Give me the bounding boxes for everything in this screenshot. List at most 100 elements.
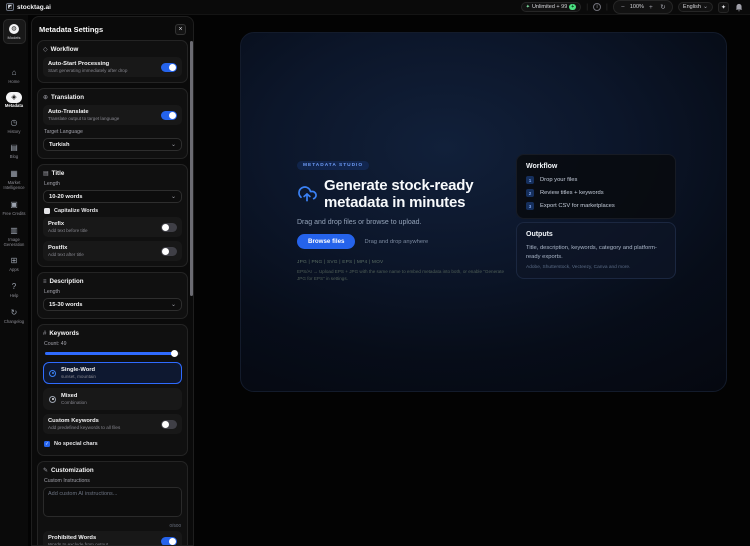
history-icon: ◷ [10,117,18,127]
sidebar-item-home[interactable]: ⌂ Home [0,66,28,85]
sparkle-button[interactable]: ✦ [718,1,729,13]
panel-scrollbar[interactable] [189,41,193,296]
custom-instructions-input[interactable] [43,487,182,517]
blog-icon: ▤ [10,143,18,153]
help-icon: ? [11,282,17,292]
keyword-style-single-word[interactable]: Single-Word sunset, mountain [43,362,182,384]
no-special-chars-row[interactable]: ✓ No special chars [43,438,182,450]
divider: | [586,3,589,11]
keywords-section-icon: # [43,330,47,337]
step-number: 2 [526,189,534,197]
sparkle-icon: ✦ [525,4,530,10]
close-icon[interactable]: × [175,24,186,35]
page-title: Generate stock-ready metadata in minutes [324,177,474,211]
sidebar-item-changelog[interactable]: ↻ Changelog [0,306,28,325]
custom-instructions-label: Custom Instructions [44,478,90,484]
title-length-select[interactable]: 10-20 words ⌄ [43,190,182,203]
chevron-down-icon: ⌄ [702,4,708,10]
sidebar: ◍ Models ⌂ Home ◈ Metadata ◷ History ▤ B… [0,15,28,546]
no-special-chars-checkbox[interactable]: ✓ [44,441,50,447]
metadata-studio-badge: METADATA STUDIO [297,161,370,170]
changelog-icon: ↻ [10,308,18,318]
sidebar-item-models[interactable]: ◍ Models [2,19,26,44]
workflow-steps-card: Workflow 1 Drop your files 2 Review titl… [516,154,676,219]
apps-icon: ⊞ [10,256,18,266]
browse-files-button[interactable]: Browse files [297,234,356,249]
sidebar-item-apps[interactable]: ⊞ Apps [0,254,28,273]
prohibited-words-row: Prohibited Words Words to exclude from o… [43,531,182,545]
plan-add-chip[interactable]: + [569,4,577,10]
prefix-toggle[interactable] [161,222,177,232]
sidebar-item-help[interactable]: ? Help [0,280,28,299]
radio-selected-icon [49,369,56,377]
plan-badge[interactable]: ✦ Unlimited + 99 + [520,2,582,12]
translation-section: ⊕ Translation Auto-Translate Translate o… [37,88,188,159]
plan-label: Unlimited + 99 [531,4,568,10]
sidebar-item-metadata[interactable]: ◈ Metadata [0,91,28,109]
workflow-step: 1 Drop your files [526,176,666,184]
keyword-count-slider[interactable] [45,350,180,357]
workflow-step: 3 Export CSV for marketplaces [526,202,666,210]
language-value: English [682,4,701,10]
auto-translate-row: Auto-Translate Translate output to targe… [43,105,182,125]
auto-translate-toggle[interactable] [161,110,177,120]
target-language-select[interactable]: Turkish ⌄ [43,138,182,151]
postfix-row: Postfix Add text after title [43,241,182,261]
translation-section-icon: ⊕ [43,95,49,101]
hero-block: METADATA STUDIO Generate stock-ready met… [297,153,542,283]
upload-dropzone[interactable]: METADATA STUDIO Generate stock-ready met… [240,32,727,392]
sidebar-item-history[interactable]: ◷ History [0,116,28,135]
sidebar-item-blog[interactable]: ▤ Blog [0,141,28,160]
metadata-icon: ◈ [6,91,22,103]
capitalize-words-checkbox[interactable] [44,208,50,214]
metadata-settings-panel: Metadata Settings × ◇ Workflow Auto-Star… [31,16,194,546]
bell-icon[interactable] [734,2,744,12]
radio-unselected-icon [49,395,56,403]
description-section: ≡ Description Length 15-30 words ⌄ [37,272,188,319]
market-intelligence-icon: ▦ [10,169,18,179]
logo-text: stocktag.ai [17,3,51,11]
workflow-section: ◇ Workflow Auto-Start Processing Start g… [37,40,188,83]
customization-section-icon: ✎ [43,468,49,474]
zoom-in-button[interactable]: + [646,2,656,12]
auto-start-row: Auto-Start Processing Start generating i… [43,57,182,77]
postfix-toggle[interactable] [161,246,177,256]
supported-formats: JPG | PNG | SVG | EPS | MP4 | MOV [297,260,384,265]
description-section-icon: ≡ [43,278,47,285]
brand[interactable]: ◩ stocktag.ai [6,3,51,11]
free-credits-icon: ▣ [10,199,18,209]
info-icon[interactable]: i [593,3,602,11]
prohibited-words-toggle[interactable] [161,536,177,545]
sidebar-item-market-intelligence[interactable]: ▦ Market Intelligence [0,167,28,191]
zoom-out-button[interactable]: − [618,2,628,12]
outputs-card: Outputs Title, description, keywords, ca… [516,222,676,280]
customization-section: ✎ Customization Custom Instructions 0/50… [37,461,188,545]
upload-subtitle: Drag and drop files or browse to upload. [297,219,422,226]
slider-handle[interactable] [170,350,178,357]
keyword-style-mixed[interactable]: Mixed Combination [43,388,182,410]
step-number: 3 [526,202,534,210]
panel-title: Metadata Settings [39,25,104,34]
title-section-icon: ▤ [43,171,49,177]
chevron-down-icon: ⌄ [170,301,176,308]
zoom-reset-icon[interactable]: ↻ [658,2,668,12]
step-number: 1 [526,176,534,184]
divider: | [606,3,608,11]
sidebar-item-image-generation[interactable]: ▥ Image Generation [0,224,28,248]
models-logo-icon: ◍ [9,23,19,34]
top-bar: ◩ stocktag.ai ✦ Unlimited + 99 + | i | −… [0,0,750,15]
image-generation-icon: ▥ [10,225,18,235]
title-section: ▤ Title Length 10-20 words ⌄ Capitalize … [37,164,188,267]
target-language-label: Target Language [44,129,83,135]
description-length-select[interactable]: 15-30 words ⌄ [43,298,182,311]
custom-keywords-toggle[interactable] [161,419,177,429]
auto-start-toggle[interactable] [161,62,177,72]
sidebar-item-free-credits[interactable]: ▣ Free Credits [0,198,28,217]
title-length-label: Length [44,181,60,187]
language-select[interactable]: English ⌄ [677,2,713,12]
workflow-section-icon: ◇ [43,47,48,53]
keyword-count-label: Count: 49 [44,341,67,347]
zoom-level: 100% [629,4,644,10]
prefix-row: Prefix Add text before title [43,217,182,237]
capitalize-words-checkbox-row[interactable]: Capitalize Words [43,205,182,217]
